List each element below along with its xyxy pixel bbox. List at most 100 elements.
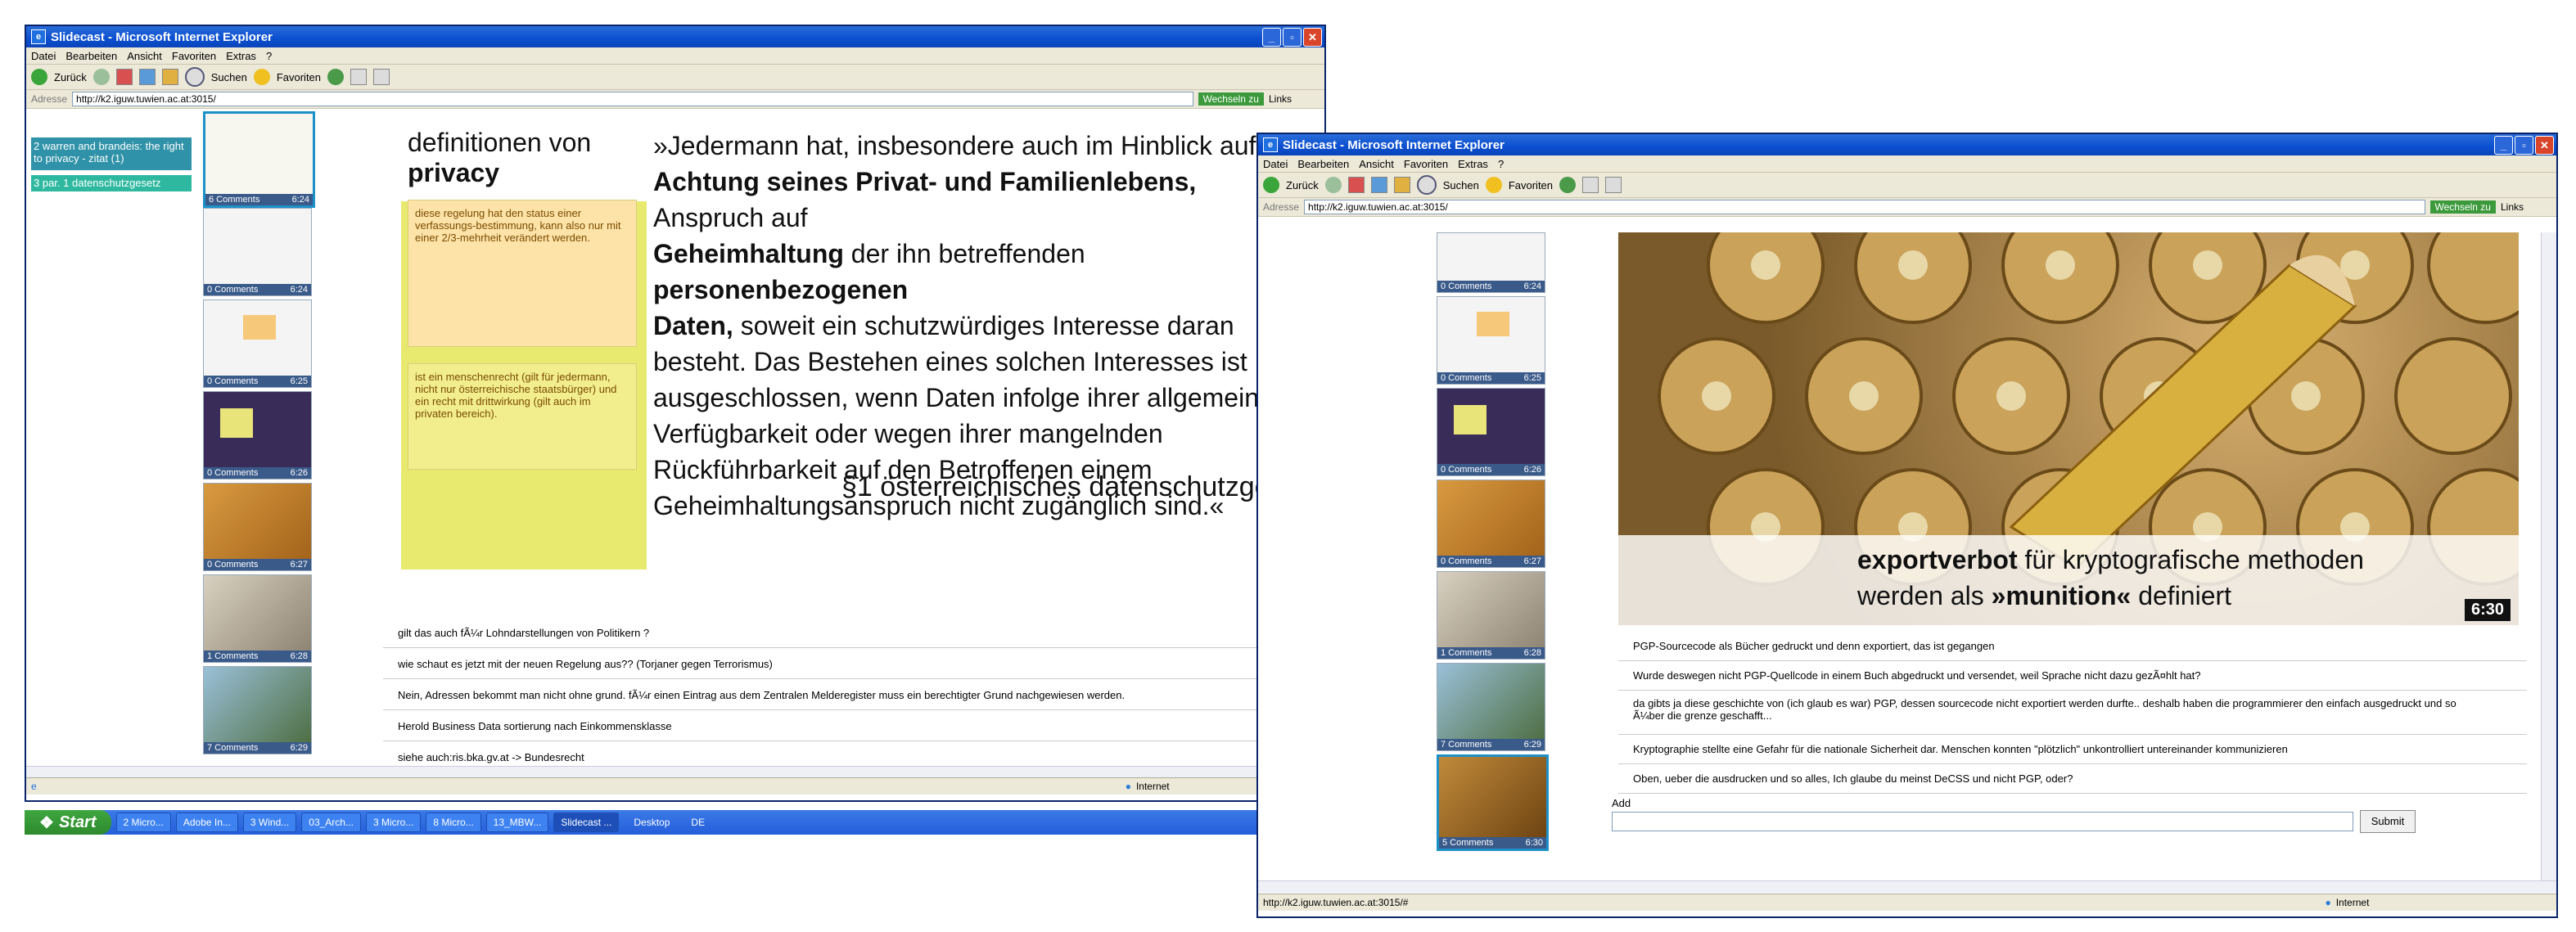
menu-bearbeiten[interactable]: Bearbeiten xyxy=(65,50,117,62)
mail-icon[interactable] xyxy=(350,69,368,85)
search-button[interactable]: Suchen xyxy=(211,71,247,83)
search-button[interactable]: Suchen xyxy=(1443,179,1479,191)
comment-row[interactable]: PGP-Sourcecode als Bücher gedruckt und d… xyxy=(1618,632,2527,661)
menu-datei[interactable]: Datei xyxy=(1263,158,1288,170)
forward-arrow-icon[interactable] xyxy=(92,69,110,85)
slide-thumb[interactable]: 7 Comments 6:29 xyxy=(1437,663,1545,751)
comment-text: wie schaut es jetzt mit der neuen Regelu… xyxy=(398,658,773,670)
slide-thumb[interactable]: 6 Comments 6:24 xyxy=(203,111,315,208)
links-button[interactable]: Links xyxy=(1269,93,1292,105)
title-bar[interactable]: e Slidecast - Microsoft Internet Explore… xyxy=(26,26,1324,47)
menu-extras[interactable]: Extras xyxy=(226,50,256,62)
taskbar-item[interactable]: 13_MBW... xyxy=(485,813,549,832)
minimize-button[interactable]: _ xyxy=(2494,136,2513,155)
quote-part: der ihn betreffenden xyxy=(843,239,1085,268)
language-indicator[interactable]: DE xyxy=(691,817,705,828)
taskbar-item[interactable]: 8 Micro... xyxy=(426,813,481,832)
stop-icon[interactable] xyxy=(1347,177,1365,193)
sticky-note-1[interactable]: diese regelung hat den status einer verf… xyxy=(408,200,637,347)
comment-input[interactable] xyxy=(1612,812,2353,831)
slide-thumb[interactable]: 5 Comments 6:30 xyxy=(1437,754,1549,851)
history-icon[interactable] xyxy=(1559,177,1577,193)
menu-help[interactable]: ? xyxy=(266,50,272,62)
go-button[interactable]: Wechseln zu xyxy=(1198,92,1264,106)
horizontal-scrollbar[interactable] xyxy=(26,766,1324,778)
comment-row[interactable]: wie schaut es jetzt mit der neuen Regelu… xyxy=(383,650,1283,679)
submit-button[interactable]: Submit xyxy=(2360,810,2416,833)
slide-thumb[interactable]: 1 Comments 6:28 xyxy=(1437,571,1545,660)
search-icon[interactable] xyxy=(184,67,205,87)
close-button[interactable]: ✕ xyxy=(1303,28,1322,47)
address-input[interactable]: http://k2.iguw.tuwien.ac.at:3015/ xyxy=(72,92,1193,106)
menu-ansicht[interactable]: Ansicht xyxy=(127,50,162,62)
history-icon[interactable] xyxy=(327,69,345,85)
title-bar[interactable]: e Slidecast - Microsoft Internet Explore… xyxy=(1258,134,2556,155)
comment-row[interactable]: Kryptographie stellte eine Gefahr für di… xyxy=(1618,735,2527,764)
back-arrow-icon[interactable] xyxy=(1263,177,1279,193)
slide-thumb[interactable]: 0 Comments 6:26 xyxy=(1437,388,1545,476)
desktop-toolbar[interactable]: Desktop xyxy=(634,817,670,828)
print-icon[interactable] xyxy=(373,69,390,85)
address-url: http://k2.iguw.tuwien.ac.at:3015/ xyxy=(1308,201,1448,213)
refresh-icon[interactable] xyxy=(1370,177,1387,193)
menu-favoriten[interactable]: Favoriten xyxy=(1404,158,1448,170)
links-button[interactable]: Links xyxy=(2501,201,2524,213)
slide-thumb[interactable]: 0 Comments 6:24 xyxy=(203,208,312,296)
back-button[interactable]: Zurück xyxy=(54,71,87,83)
mail-icon[interactable] xyxy=(1582,177,1599,193)
thumb-comments: 7 Comments xyxy=(1441,740,1492,750)
go-button[interactable]: Wechseln zu xyxy=(2429,200,2496,214)
comment-row[interactable]: Wurde deswegen nicht PGP-Quellcode in ei… xyxy=(1618,661,2527,691)
comment-row[interactable]: da gibts ja diese geschichte von (ich gl… xyxy=(1618,691,2527,735)
home-icon[interactable] xyxy=(1393,177,1410,193)
slide-thumb[interactable]: 0 Comments 6:25 xyxy=(203,299,312,388)
taskbar-item[interactable]: Adobe In... xyxy=(175,813,238,832)
slide-thumb[interactable]: 0 Comments 6:25 xyxy=(1437,296,1545,385)
vertical-scrollbar[interactable] xyxy=(2541,232,2556,887)
slide-thumb[interactable]: 0 Comments 6:26 xyxy=(203,391,312,480)
slide-thumb[interactable]: 7 Comments 6:29 xyxy=(203,666,312,754)
favorites-button[interactable]: Favoriten xyxy=(277,71,321,83)
nav-item-warren[interactable]: 2 warren and brandeis: the right to priv… xyxy=(31,137,192,170)
slide-thumb[interactable]: 0 Comments 6:24 xyxy=(1437,232,1545,293)
comment-row[interactable]: siehe auch:ris.bka.gv.at -> Bundesrecht xyxy=(383,743,1283,766)
horizontal-scrollbar[interactable] xyxy=(1258,880,2556,893)
menu-bearbeiten[interactable]: Bearbeiten xyxy=(1297,158,1349,170)
taskbar-item[interactable]: 03_Arch... xyxy=(301,813,361,832)
home-icon[interactable] xyxy=(161,69,178,85)
favorites-star-icon[interactable] xyxy=(1485,177,1502,193)
taskbar-item[interactable]: 2 Micro... xyxy=(115,813,171,832)
slide-thumb[interactable]: 0 Comments 6:27 xyxy=(203,483,312,571)
back-arrow-icon[interactable] xyxy=(31,69,47,85)
menu-favoriten[interactable]: Favoriten xyxy=(172,50,216,62)
address-input[interactable]: http://k2.iguw.tuwien.ac.at:3015/ xyxy=(1304,200,2425,214)
comment-row[interactable]: gilt das auch fÃ¼r Lohndarstellungen von… xyxy=(383,619,1283,648)
start-button[interactable]: ❖ Start xyxy=(25,810,111,835)
maximize-button[interactable]: ▫ xyxy=(2515,136,2533,155)
maximize-button[interactable]: ▫ xyxy=(1283,28,1302,47)
taskbar-item[interactable]: Slidecast ... xyxy=(553,813,620,832)
stop-icon[interactable] xyxy=(115,69,133,85)
menu-datei[interactable]: Datei xyxy=(31,50,56,62)
slide-thumb[interactable]: 1 Comments 6:28 xyxy=(203,574,312,663)
slide-thumb[interactable]: 0 Comments 6:27 xyxy=(1437,480,1545,568)
favorites-star-icon[interactable] xyxy=(253,69,270,85)
sticky-note-2[interactable]: ist ein menschenrecht (gilt für jederman… xyxy=(408,363,637,470)
search-icon[interactable] xyxy=(1416,175,1437,195)
taskbar-item[interactable]: 3 Micro... xyxy=(365,813,422,832)
back-button[interactable]: Zurück xyxy=(1286,179,1319,191)
taskbar-item[interactable]: 3 Wind... xyxy=(242,813,297,832)
refresh-icon[interactable] xyxy=(138,69,156,85)
print-icon[interactable] xyxy=(1605,177,1622,193)
minimize-button[interactable]: _ xyxy=(1262,28,1281,47)
nav-item-datenschutzgesetz[interactable]: 3 par. 1 datenschutzgesetz xyxy=(31,175,192,191)
menu-ansicht[interactable]: Ansicht xyxy=(1359,158,1394,170)
forward-arrow-icon[interactable] xyxy=(1324,177,1342,193)
menu-extras[interactable]: Extras xyxy=(1458,158,1488,170)
close-button[interactable]: ✕ xyxy=(2535,136,2554,155)
comment-row[interactable]: Nein, Adressen bekommt man nicht ohne gr… xyxy=(383,681,1283,710)
favorites-button[interactable]: Favoriten xyxy=(1509,179,1553,191)
comment-row[interactable]: Herold Business Data sortierung nach Ein… xyxy=(383,712,1283,741)
menu-help[interactable]: ? xyxy=(1498,158,1504,170)
comment-row[interactable]: Oben, ueber die ausdrucken und so alles,… xyxy=(1618,764,2527,794)
